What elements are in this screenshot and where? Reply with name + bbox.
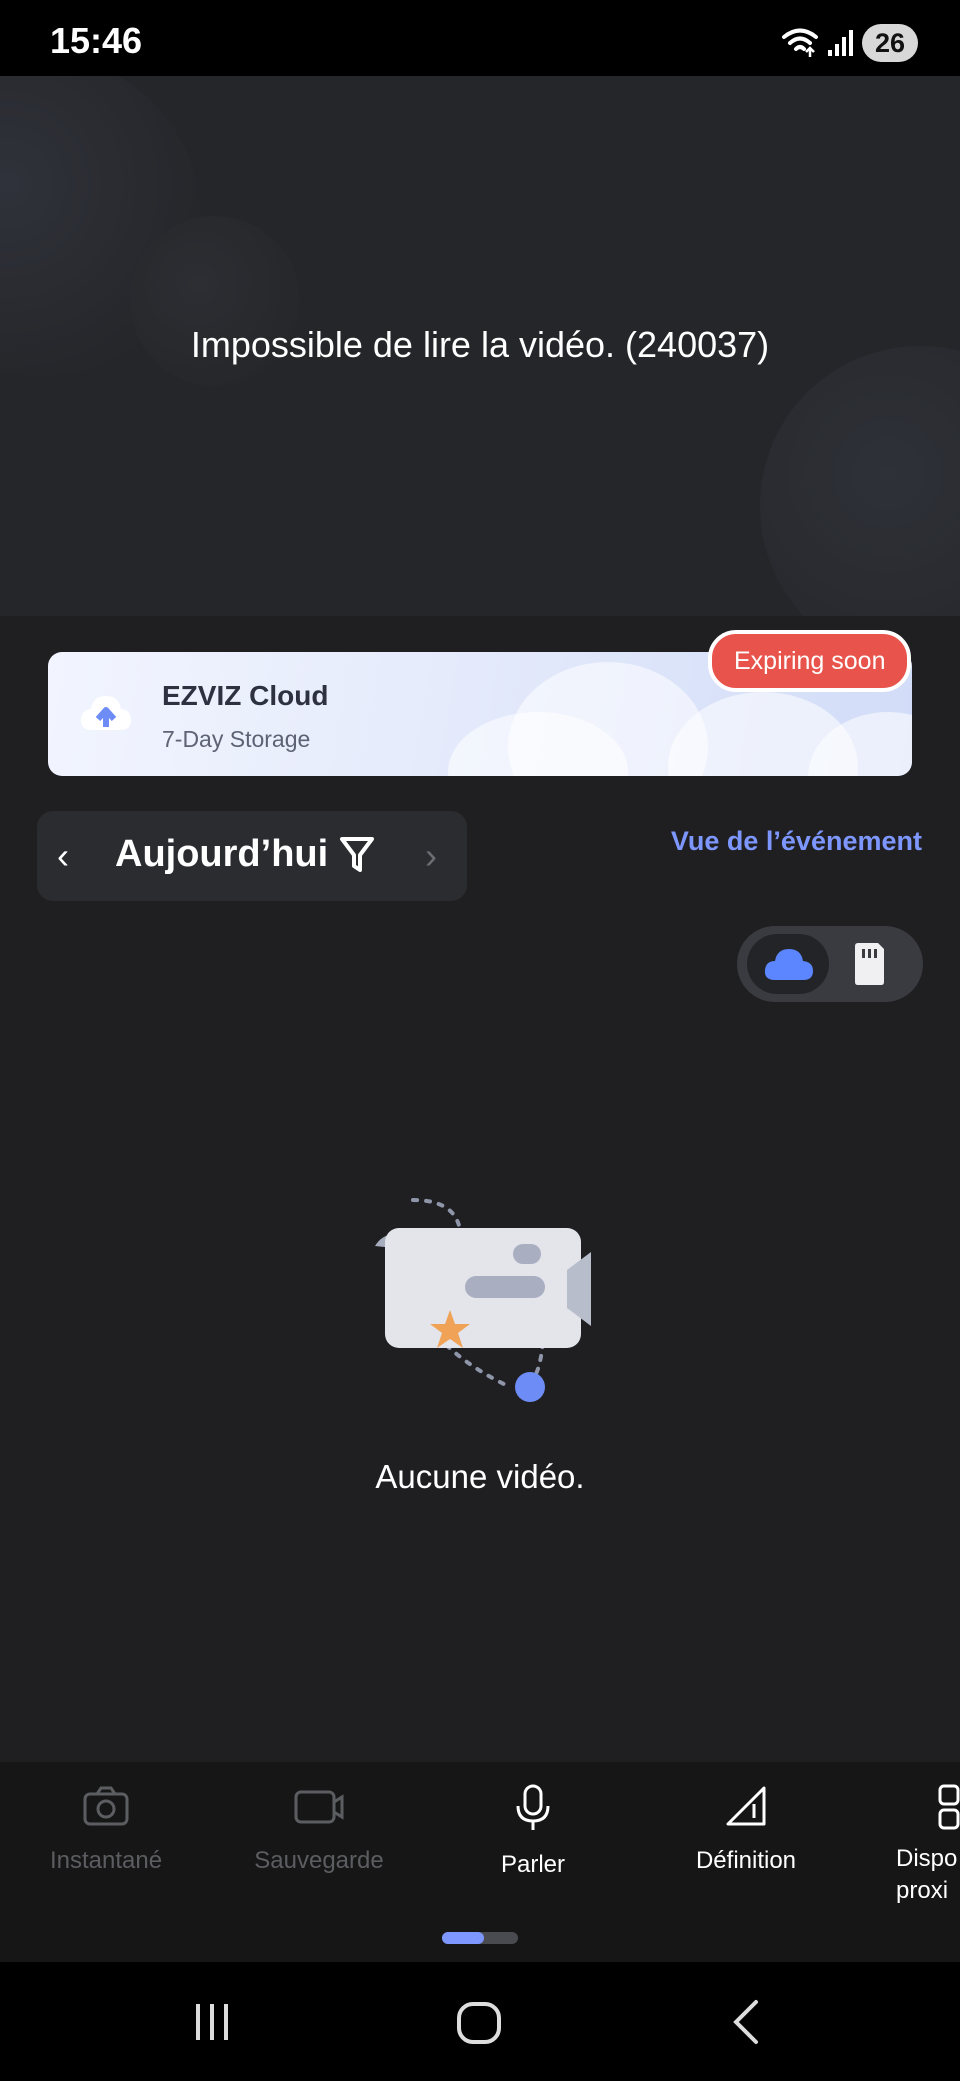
empty-state-message: Aucune vidéo.	[375, 1458, 585, 1495]
cloud-upload-icon	[80, 696, 131, 730]
cloud-icon	[764, 949, 813, 980]
filter-icon[interactable]	[339, 835, 375, 875]
talk-label: Parler	[500, 1851, 566, 1878]
talk-button[interactable]: Parler	[433, 1784, 633, 1879]
home-icon[interactable]	[455, 2000, 505, 2046]
expiring-badge[interactable]: Expiring soon	[708, 630, 912, 692]
cloud-option[interactable]	[747, 934, 829, 994]
system-nav-bar	[0, 1962, 960, 2081]
no-video-illustration	[375, 1198, 591, 1402]
snapshot-label: Instantané	[49, 1847, 163, 1874]
signal-icon	[828, 30, 853, 56]
cloud-subtitle: 7-Day Storage	[162, 726, 311, 752]
storage-toggle[interactable]	[737, 926, 923, 1002]
video-error-message: Impossible de lire la vidéo. (240037)	[190, 324, 770, 365]
definition-label: Définition	[695, 1847, 797, 1874]
record-button[interactable]: Sauvegarde	[219, 1784, 419, 1875]
recent-apps-icon[interactable]	[190, 2000, 234, 2044]
back-icon[interactable]	[728, 1998, 764, 2046]
wifi-icon	[782, 28, 818, 57]
status-time: 15:46	[50, 20, 143, 61]
status-bar: 15:46 26	[0, 0, 960, 76]
definition-icon	[726, 1786, 766, 1826]
video-player[interactable]: Impossible de lire la vidéo. (240037)	[0, 76, 960, 616]
event-view-link[interactable]: Vue de l’événement	[671, 826, 922, 857]
definition-button[interactable]: Définition	[646, 1784, 846, 1875]
video-record-icon	[294, 1790, 344, 1824]
sd-card-icon[interactable]	[851, 942, 887, 986]
previous-day-button[interactable]: ‹	[57, 835, 69, 877]
toolbar-pager-active	[442, 1932, 484, 1944]
bottom-toolbar: Instantané Sauvegarde Parler Définition …	[0, 1762, 960, 1962]
battery-indicator: 26	[862, 24, 918, 62]
next-day-button[interactable]: ›	[425, 835, 437, 877]
camera-icon	[83, 1786, 129, 1826]
snapshot-button[interactable]: Instantané	[6, 1784, 206, 1875]
microphone-icon	[516, 1784, 550, 1830]
decor-bubble	[760, 346, 960, 616]
cloud-title: EZVIZ Cloud	[162, 680, 329, 711]
date-label[interactable]: Aujourd’hui	[115, 833, 328, 876]
toolbar-pager	[442, 1932, 518, 1944]
date-selector: ‹ Aujourd’hui ›	[37, 811, 467, 901]
device-icon	[938, 1784, 960, 1830]
nearby-devices-label: Dispo proxi	[896, 1845, 958, 1904]
record-label: Sauvegarde	[254, 1847, 384, 1874]
nearby-devices-button[interactable]: Dispo proxi	[860, 1784, 960, 1907]
